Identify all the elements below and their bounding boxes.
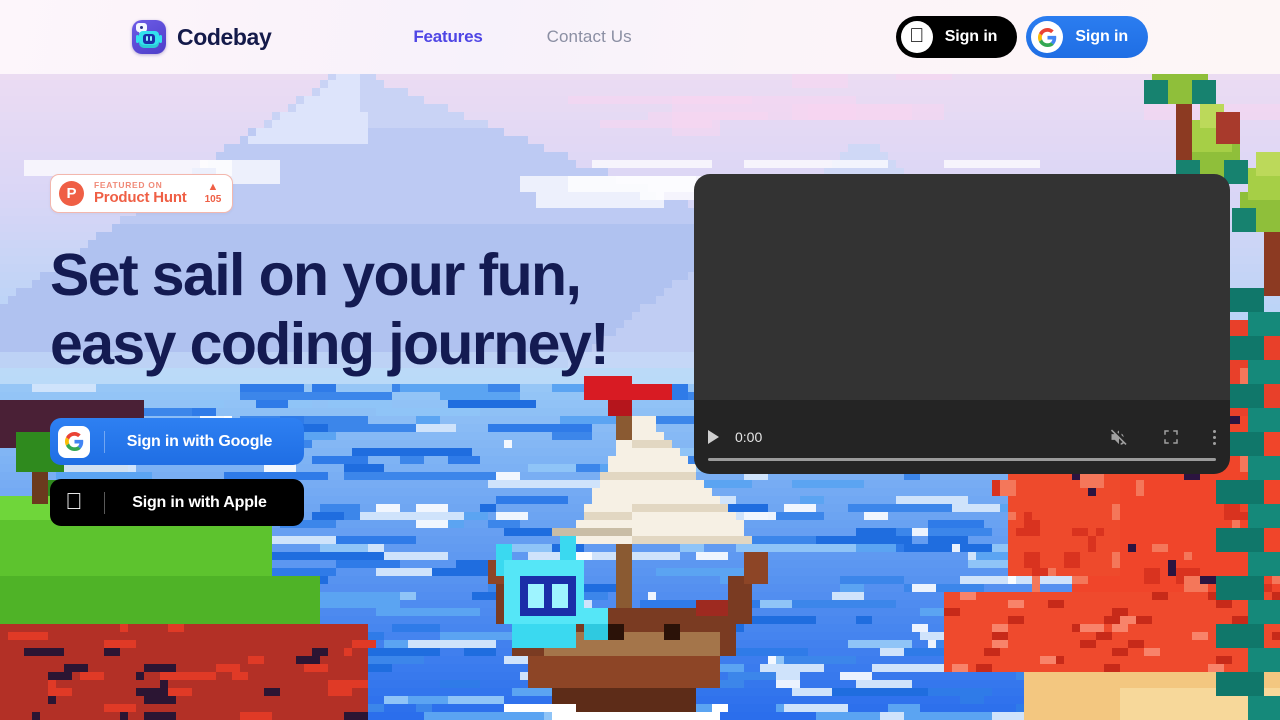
header-google-signin-button[interactable]: Sign in xyxy=(1026,16,1148,58)
site-header: Codebay Features Contact Us  Sign in xyxy=(0,0,1280,74)
fullscreen-icon[interactable] xyxy=(1162,428,1180,446)
nav-item-contact-us[interactable]: Contact Us xyxy=(547,27,632,47)
header-apple-signin-button[interactable]:  Sign in xyxy=(895,16,1018,58)
signin-with-apple-label: Sign in with Apple xyxy=(132,493,267,511)
hero-section: P FEATURED ON Product Hunt ▲ 105 Set sai… xyxy=(50,174,610,526)
product-hunt-badge[interactable]: P FEATURED ON Product Hunt ▲ 105 xyxy=(50,174,234,213)
apple-icon:  xyxy=(58,487,90,519)
main-navigation: Features Contact Us xyxy=(413,27,631,47)
hero-headline-line-2: easy coding journey! xyxy=(50,311,610,377)
header-apple-signin-label: Sign in xyxy=(944,28,998,45)
kebab-menu-icon[interactable] xyxy=(1213,429,1216,445)
hero-cta-group: Sign in with Google  Sign in with Apple xyxy=(50,418,608,526)
apple-icon:  xyxy=(900,21,933,53)
google-icon xyxy=(58,425,90,458)
header-google-signin-label: Sign in xyxy=(1075,28,1128,45)
product-hunt-upvote[interactable]: ▲ 105 xyxy=(205,182,222,205)
product-hunt-name: Product Hunt xyxy=(94,189,187,207)
codebay-robot-logo-icon xyxy=(132,20,166,54)
product-hunt-vote-count: 105 xyxy=(204,194,222,205)
video-controls-bar: 0:00 xyxy=(694,400,1230,474)
brand-name: Codebay xyxy=(177,23,272,50)
hero-headline-line-1: Set sail on your fun, xyxy=(50,242,582,308)
nav-item-features[interactable]: Features xyxy=(413,27,482,47)
signin-with-google-label: Sign in with Google xyxy=(126,432,273,450)
robot-face-icon xyxy=(143,34,155,44)
video-current-time: 0:00 xyxy=(735,429,763,445)
signin-with-apple-button[interactable]:  Sign in with Apple xyxy=(50,479,304,526)
product-hunt-icon: P xyxy=(59,181,84,206)
google-icon xyxy=(1031,21,1064,53)
landing-page: Codebay Features Contact Us  Sign in xyxy=(0,0,1280,720)
video-progress-bar[interactable] xyxy=(708,458,1216,461)
upvote-arrow-icon: ▲ xyxy=(207,181,219,193)
promo-video-player[interactable]: 0:00 xyxy=(694,174,1230,474)
brand-logo-link[interactable]: Codebay xyxy=(132,20,272,54)
volume-muted-icon[interactable] xyxy=(1109,427,1129,447)
hero-headline: Set sail on your fun, easy coding journe… xyxy=(50,241,610,379)
signin-with-google-button[interactable]: Sign in with Google xyxy=(50,418,304,465)
header-auth-actions:  Sign in Sign in xyxy=(895,16,1148,58)
play-icon[interactable] xyxy=(708,430,719,444)
